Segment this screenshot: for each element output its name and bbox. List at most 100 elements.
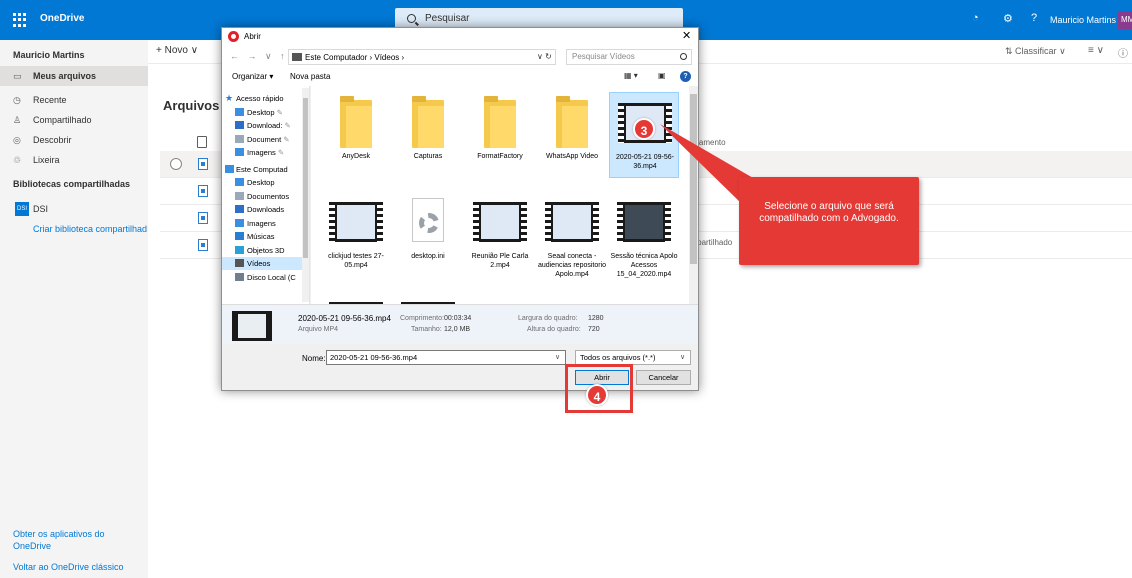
nav-item-lixeira[interactable]: ♲ Lixeira (0, 150, 148, 170)
file-item[interactable]: Reunião Ple Carla 2.mp4 (465, 192, 535, 278)
create-library-link[interactable]: Criar biblioteca compartilhad (33, 224, 147, 234)
nav-item-descobrir[interactable]: ◎ Descobrir (0, 130, 148, 150)
computer-icon (225, 164, 234, 173)
dialog-search-input[interactable]: Pesquisar Vídeos (566, 49, 692, 65)
step-4-marker: 4 (586, 384, 608, 406)
drive-icon (235, 272, 244, 281)
info-icon[interactable]: ⓘ (1118, 45, 1128, 60)
help-question-icon[interactable]: ? (1031, 12, 1037, 24)
nav-item-recente[interactable]: ◷ Recente (0, 90, 148, 110)
thumbnail-part (618, 103, 624, 143)
desktop-icon (235, 107, 244, 116)
tree-item[interactable]: Downloads (222, 203, 302, 216)
chevron-down-icon[interactable]: ∨ (680, 351, 685, 364)
thumbnail-part (473, 202, 479, 242)
close-icon[interactable]: ✕ (682, 29, 691, 42)
tree-scrollbar-thumb[interactable] (303, 98, 308, 258)
refresh-icon[interactable]: ∨ ↻ (537, 52, 552, 61)
tree-scrollbar[interactable] (302, 88, 309, 302)
nav-item-compartilhado[interactable]: ♙ Compartilhado (0, 110, 148, 130)
search-icon (407, 14, 416, 23)
new-button[interactable]: + Novo ∨ (156, 45, 198, 56)
opera-browser-icon (228, 31, 239, 42)
view-mode-icon[interactable]: ▦ ▾ (624, 71, 638, 80)
dialog-title-bar[interactable]: Abrir ✕ (222, 28, 698, 46)
tree-item[interactable]: ★ Acesso rápido (222, 92, 302, 105)
folder-item[interactable]: FormatFactory (465, 92, 535, 178)
cancel-button[interactable]: Cancelar (636, 370, 691, 385)
settings-gear-icon[interactable]: ⚙ (1003, 12, 1013, 25)
file-type-filter-select[interactable]: Todos os arquivos (*.*) ∨ (575, 350, 691, 365)
gear-icon (419, 213, 439, 233)
tree-item-label: Músicas (247, 232, 275, 241)
dialog-title: Abrir (244, 32, 261, 41)
avatar[interactable]: MM (1118, 11, 1132, 29)
nav-item-meus-arquivos[interactable]: ▭ Meus arquivos (0, 66, 148, 86)
nav-item-label: Meus arquivos (33, 71, 97, 81)
tree-item[interactable]: Disco Local (C (222, 271, 302, 284)
file-item[interactable] (393, 292, 463, 304)
app-launcher-icon[interactable] (13, 13, 27, 27)
thumbnail-part (545, 202, 551, 242)
document-icon (197, 136, 207, 148)
organize-button[interactable]: Organizar ▾ (232, 72, 273, 81)
file-type-column-header[interactable] (197, 136, 215, 150)
video-file-icon (198, 239, 208, 251)
chevron-down-icon[interactable]: ∨ (555, 351, 560, 364)
tree-item[interactable]: Download: ✎ (222, 119, 302, 132)
star-icon: ★ (225, 93, 234, 103)
file-name-input[interactable]: 2020-05-21 09-56-36.mp4 ∨ (326, 350, 566, 365)
get-apps-link[interactable]: Obter os aplicativos do OneDrive (13, 528, 123, 552)
file-label: Reunião Ple Carla 2.mp4 (471, 253, 529, 269)
tree-item[interactable]: Imagens ✎ (222, 146, 302, 159)
thumbnail-part (593, 202, 599, 242)
tree-item[interactable]: Objetos 3D (222, 244, 302, 257)
file-grid-scrollbar-thumb[interactable] (690, 94, 697, 264)
tree-item[interactable]: Este Computad (222, 163, 302, 176)
file-item[interactable]: desktop.ini (393, 192, 463, 278)
file-label: Seaal conecta - audiencias repositorio A… (537, 253, 607, 278)
tree-item[interactable]: Vídeos (222, 257, 302, 270)
file-label: WhatsApp Video (545, 153, 598, 160)
classic-onedrive-link[interactable]: Voltar ao OneDrive clássico (13, 561, 124, 573)
thumbnail-part (665, 202, 671, 242)
thumbnail-part (553, 205, 591, 239)
sort-button[interactable]: ⇅ Classificar ∨ (1005, 46, 1066, 57)
notifications-icon[interactable]: ◔ (972, 12, 979, 24)
tree-item[interactable]: Document ✎ (222, 133, 302, 146)
preview-pane-icon[interactable]: ▣ (658, 71, 666, 80)
tree-item[interactable]: Documentos (222, 190, 302, 203)
tree-item[interactable]: Desktop (222, 176, 302, 189)
file-item[interactable]: clickjud testes 27-05.mp4 (321, 192, 391, 278)
tree-item[interactable]: Imagens (222, 217, 302, 230)
details-file-type: Arquivo MP4 (298, 326, 339, 333)
file-grid-scrollbar[interactable] (689, 86, 698, 304)
row-select-radio[interactable] (170, 158, 182, 170)
folder-item[interactable]: AnyDesk (321, 92, 391, 178)
page-title: Arquivos (163, 98, 220, 113)
address-bar[interactable]: Este Computador › Vídeos › ∨ ↻ (288, 49, 556, 65)
tree-item[interactable]: Desktop ✎ (222, 106, 302, 119)
help-icon[interactable]: ? (680, 71, 691, 82)
music-icon (235, 232, 244, 240)
nav-item-label: Compartilhado (33, 115, 92, 125)
image-icon (235, 148, 244, 156)
tree-item[interactable]: Músicas (222, 230, 302, 243)
file-item[interactable] (321, 292, 391, 304)
brand-name[interactable]: OneDrive (40, 13, 84, 24)
thumbnail-part (329, 202, 335, 242)
thumbnail-part (666, 103, 672, 143)
new-folder-button[interactable]: Nova pasta (290, 72, 330, 81)
top-user-name[interactable]: Mauricio Martins (1050, 15, 1116, 25)
video-thumbnail-icon (545, 202, 599, 242)
thumbnail-part (337, 205, 375, 239)
folder-item[interactable]: WhatsApp Video (537, 92, 607, 178)
details-height-label: Altura do quadro: (527, 326, 581, 333)
view-options-icon[interactable]: ≡ ∨ (1088, 45, 1104, 56)
folder-item[interactable]: Capturas (393, 92, 463, 178)
file-item[interactable]: Seaal conecta - audiencias repositorio A… (537, 192, 607, 278)
back-forward-up-icons[interactable]: ← → ∨ ↑ (230, 51, 288, 62)
search-placeholder: Pesquisar (425, 13, 470, 24)
file-item[interactable]: Sessão técnica Apolo Acessos 15_04_2020.… (609, 192, 679, 278)
nav-item-dsi[interactable]: DSI DSI (0, 199, 148, 219)
